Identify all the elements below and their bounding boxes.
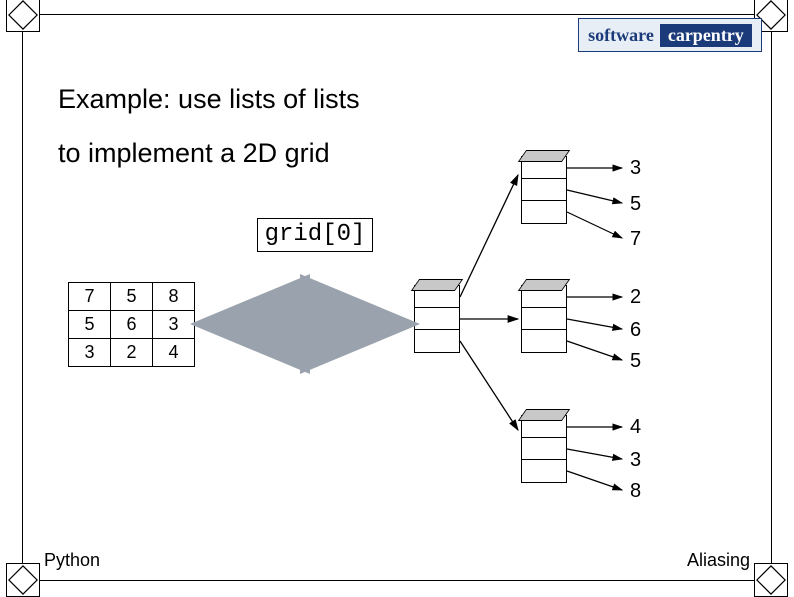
value-label: 3 bbox=[630, 449, 650, 472]
value-label: 4 bbox=[630, 416, 650, 439]
list-cell bbox=[415, 308, 459, 330]
table-row: 5 6 3 bbox=[69, 311, 195, 339]
value-label: 5 bbox=[630, 350, 650, 373]
grid-cell: 3 bbox=[153, 311, 195, 339]
grid-cell: 5 bbox=[69, 311, 111, 339]
footer-left-label: Python bbox=[44, 550, 100, 571]
value-label: 8 bbox=[630, 480, 650, 503]
grid-cell: 7 bbox=[69, 283, 111, 311]
slide-title-line1: Example: use lists of lists bbox=[58, 84, 360, 115]
grid-cell: 5 bbox=[111, 283, 153, 311]
value-label: 7 bbox=[630, 228, 650, 251]
sublist-box-mid bbox=[521, 285, 567, 353]
list-cell bbox=[522, 179, 566, 201]
list-cell bbox=[522, 460, 566, 482]
logo-text-software: software bbox=[588, 25, 654, 46]
outer-list-box bbox=[414, 285, 460, 353]
slide-title-line2: to implement a 2D grid bbox=[58, 138, 330, 169]
corner-ornament-tl bbox=[6, 0, 40, 32]
list-cell bbox=[522, 308, 566, 330]
value-label: 3 bbox=[630, 157, 650, 180]
table-row: 7 5 8 bbox=[69, 283, 195, 311]
table-row: 3 2 4 bbox=[69, 339, 195, 367]
list-header-icon bbox=[411, 279, 463, 291]
list-cell bbox=[415, 330, 459, 352]
list-header-icon bbox=[518, 150, 570, 162]
value-label: 2 bbox=[630, 286, 650, 309]
grid-cell: 8 bbox=[153, 283, 195, 311]
logo-software-carpentry: software carpentry bbox=[578, 18, 762, 52]
value-label: 5 bbox=[630, 193, 650, 216]
grid-index-label: grid[0] bbox=[257, 218, 373, 252]
corner-ornament-br bbox=[754, 563, 788, 597]
list-header-icon bbox=[518, 279, 570, 291]
grid-cell: 6 bbox=[111, 311, 153, 339]
grid-2d-table: 7 5 8 5 6 3 3 2 4 bbox=[68, 282, 195, 367]
value-label: 6 bbox=[630, 319, 650, 342]
list-cell bbox=[522, 330, 566, 352]
list-cell bbox=[522, 201, 566, 223]
corner-ornament-bl bbox=[6, 563, 40, 597]
grid-cell: 2 bbox=[111, 339, 153, 367]
list-cell bbox=[522, 438, 566, 460]
grid-cell: 4 bbox=[153, 339, 195, 367]
sublist-box-bot bbox=[521, 415, 567, 483]
sublist-box-top bbox=[521, 156, 567, 224]
list-header-icon bbox=[518, 409, 570, 421]
grid-cell: 3 bbox=[69, 339, 111, 367]
footer-right-label: Aliasing bbox=[687, 550, 750, 571]
logo-text-carpentry: carpentry bbox=[660, 24, 752, 47]
